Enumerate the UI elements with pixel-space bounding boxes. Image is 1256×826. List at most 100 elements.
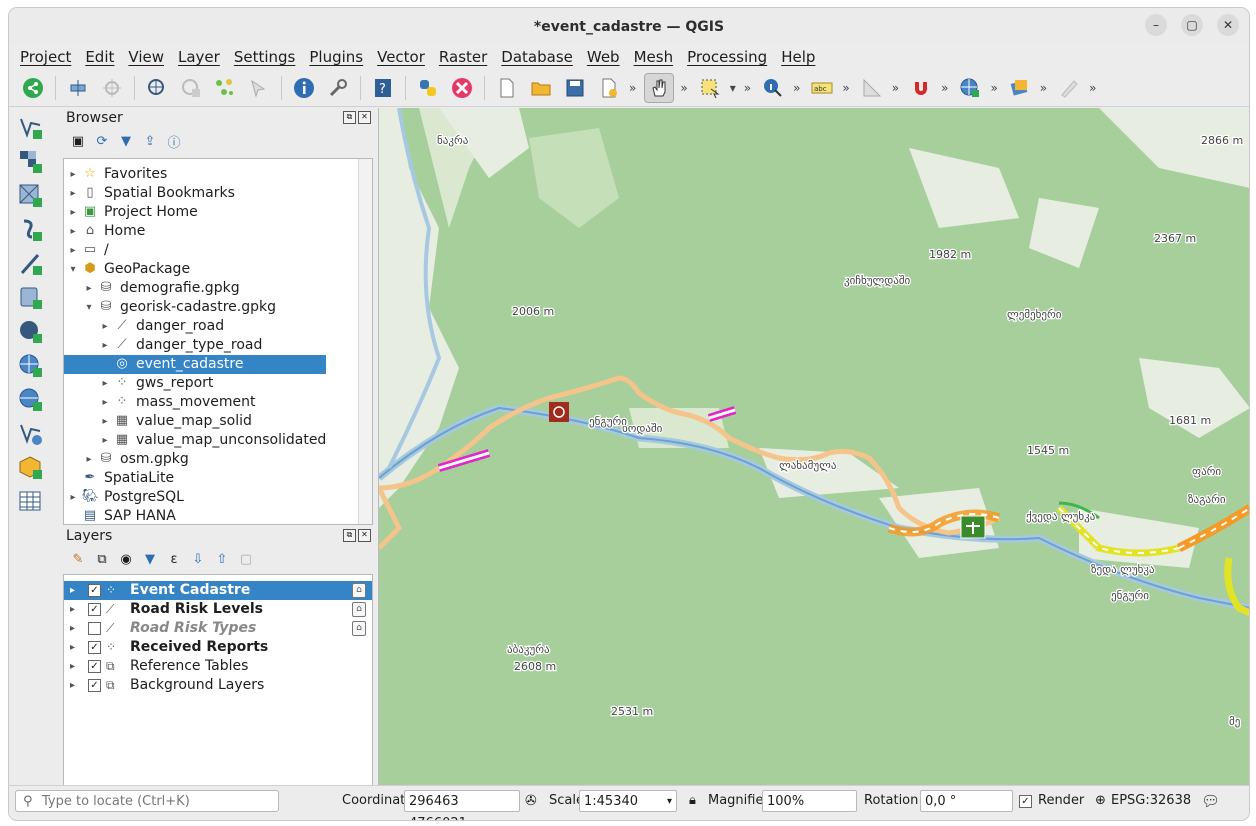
python-icon[interactable] (414, 74, 442, 102)
browser-item[interactable]: ▸ ▦ value_map_unconsolidated (64, 431, 372, 450)
add-gps-layer-icon[interactable] (15, 250, 47, 278)
expand-right-icon[interactable]: ▸ (70, 638, 75, 657)
layer-item[interactable]: ▸ ✓ ⁘ Received Reports (64, 638, 372, 657)
browser-item[interactable]: ▸ ⌂ Home (64, 222, 372, 241)
wrench-icon[interactable] (324, 74, 352, 102)
expand-right-icon[interactable]: ▸ (68, 222, 78, 241)
expand-down-icon[interactable]: ▾ (84, 298, 94, 317)
expand-right-icon[interactable]: ▸ (100, 317, 110, 336)
menu-database[interactable]: Database (494, 48, 580, 66)
layers-tree[interactable]: ▸ ✓ ⁘ Event Cadastre ⌂ ▸ ✓ ⟋ Road Risk Levels ⌂ ▸ ⟋… (63, 574, 373, 794)
layer-visibility-checkbox[interactable]: ✓ (88, 660, 101, 673)
expand-all-icon[interactable]: ⇩ (189, 550, 207, 568)
identify-features-icon[interactable] (759, 74, 787, 102)
new-print-layout-icon[interactable] (595, 74, 623, 102)
add-vector-tile-icon[interactable] (15, 420, 47, 448)
toolbar-overflow-icon[interactable]: » (1089, 81, 1096, 95)
expand-right-icon[interactable]: ▸ (68, 184, 78, 203)
measure-icon[interactable] (858, 74, 886, 102)
expand-right-icon[interactable]: ▸ (68, 165, 78, 184)
filter-legend-icon[interactable]: ▼ (141, 550, 159, 568)
open-project-icon[interactable] (527, 74, 555, 102)
toolbar-overflow-icon[interactable]: » (842, 81, 849, 95)
add-raster-layer-icon[interactable] (15, 148, 47, 176)
menu-layer[interactable]: Layer (171, 48, 227, 66)
browser-item[interactable]: ✒ SpatiaLite (64, 469, 372, 488)
layer-item[interactable]: ▸ ⟋ Road Risk Types ⌂ (64, 619, 372, 638)
filter-expression-icon[interactable]: ε (165, 550, 183, 568)
add-wms-layer-icon[interactable] (956, 74, 984, 102)
browser-item[interactable]: ▸ ☆ Favorites (64, 165, 372, 184)
scale-field[interactable]: 1:45340 ▾ (579, 790, 677, 812)
collapse-all-icon[interactable]: ⇧ (213, 550, 231, 568)
toolbar-overflow-icon[interactable]: » (629, 81, 636, 95)
info-icon[interactable] (290, 74, 318, 102)
browser-item[interactable]: ▸ 🐘︎ PostgreSQL (64, 488, 372, 507)
add-postgis-icon[interactable] (15, 318, 47, 346)
expand-right-icon[interactable]: ▸ (70, 657, 75, 676)
digitize-icon[interactable] (64, 74, 92, 102)
pan-map-icon[interactable] (644, 73, 675, 103)
layer-visibility-checkbox[interactable]: ✓ (88, 641, 101, 654)
share-icon[interactable] (19, 74, 47, 102)
coordinate-field[interactable]: 296463 4766021 (404, 790, 520, 820)
layer-visibility-checkbox[interactable] (88, 622, 101, 635)
browser-item[interactable]: ▸ ⁘ mass_movement (64, 393, 372, 412)
event-marker-icon[interactable] (549, 402, 569, 422)
layer-item[interactable]: ▸ ✓ ⧉ Background Layers (64, 676, 372, 695)
add-vertex-icon[interactable] (143, 74, 171, 102)
float-panel-icon[interactable]: ⧉ (343, 111, 356, 124)
select-tool-icon[interactable] (245, 74, 273, 102)
layer-item[interactable]: ▸ ✓ ⧉ Reference Tables (64, 657, 372, 676)
browser-item[interactable]: ▾ ⬢ GeoPackage (64, 260, 372, 279)
browser-item[interactable]: ▸ ▯ Spatial Bookmarks (64, 184, 372, 203)
lock-icon[interactable]: ⌂ (352, 602, 366, 617)
browser-item[interactable]: ▸ ▦ value_map_solid (64, 412, 372, 431)
float-panel-icon[interactable]: ⧉ (343, 529, 356, 542)
layer-visibility-checkbox[interactable]: ✓ (88, 584, 101, 597)
move-feature-icon[interactable] (177, 74, 205, 102)
refresh-icon[interactable]: ⟳ (93, 132, 111, 150)
lock-icon[interactable]: ⌂ (352, 621, 366, 636)
menu-vector[interactable]: Vector (370, 48, 432, 66)
toolbar-overflow-icon[interactable]: » (990, 81, 997, 95)
add-group-icon[interactable]: ⧉ (93, 550, 111, 568)
menu-plugins[interactable]: Plugins (302, 48, 370, 66)
menu-view[interactable]: View (121, 48, 171, 66)
browser-item[interactable]: ▸ ⛁ osm.gpkg (64, 450, 372, 469)
expand-right-icon[interactable]: ▸ (70, 619, 75, 638)
menu-settings[interactable]: Settings (227, 48, 303, 66)
add-layer-icon[interactable] (1006, 74, 1034, 102)
browser-item[interactable]: ▸ ⟋ danger_type_road (64, 336, 372, 355)
browser-item[interactable]: ▸ ▣ Project Home (64, 203, 372, 222)
new-project-icon[interactable] (493, 74, 521, 102)
browser-item[interactable]: ▾ ⛁ georisk-cadastre.gpkg (64, 298, 372, 317)
render-checkbox[interactable]: ✓ (1019, 795, 1032, 808)
expand-right-icon[interactable]: ▸ (70, 676, 75, 695)
menu-help[interactable]: Help (774, 48, 822, 66)
browser-item[interactable]: ▸ ▭ / (64, 241, 372, 260)
layer-visibility-checkbox[interactable]: ✓ (88, 679, 101, 692)
expand-right-icon[interactable]: ▸ (100, 393, 110, 412)
add-wms-icon[interactable] (15, 352, 47, 380)
new-table-icon[interactable] (15, 488, 47, 516)
lock-scale-icon[interactable]: 🔒︎ (689, 790, 696, 812)
add-vector-layer-icon[interactable] (15, 114, 47, 142)
lock-icon[interactable]: ⌂ (352, 583, 366, 598)
minimize-button[interactable]: – (1145, 14, 1167, 36)
toolbar-overflow-icon[interactable]: » (1040, 81, 1047, 95)
menu-edit[interactable]: Edit (78, 48, 121, 66)
expand-right-icon[interactable]: ▸ (70, 600, 75, 619)
toolbar-overflow-icon[interactable]: » (941, 81, 948, 95)
toolbar-overflow-icon[interactable]: » (892, 81, 899, 95)
browser-item[interactable]: ▤ SAP HANA (64, 507, 372, 524)
browser-item[interactable]: ▸ ⁘ gws_report (64, 374, 372, 393)
expand-right-icon[interactable]: ▸ (68, 203, 78, 222)
crs-label[interactable]: EPSG:32638 (1111, 790, 1191, 812)
manage-visibility-icon[interactable]: ◉ (117, 550, 135, 568)
snapping-magnet-icon[interactable] (907, 74, 935, 102)
expand-right-icon[interactable]: ▸ (70, 581, 75, 600)
add-wfs-icon[interactable] (15, 386, 47, 414)
menu-raster[interactable]: Raster (432, 48, 494, 66)
mouse-coords-icon[interactable]: ✇ (525, 790, 537, 812)
